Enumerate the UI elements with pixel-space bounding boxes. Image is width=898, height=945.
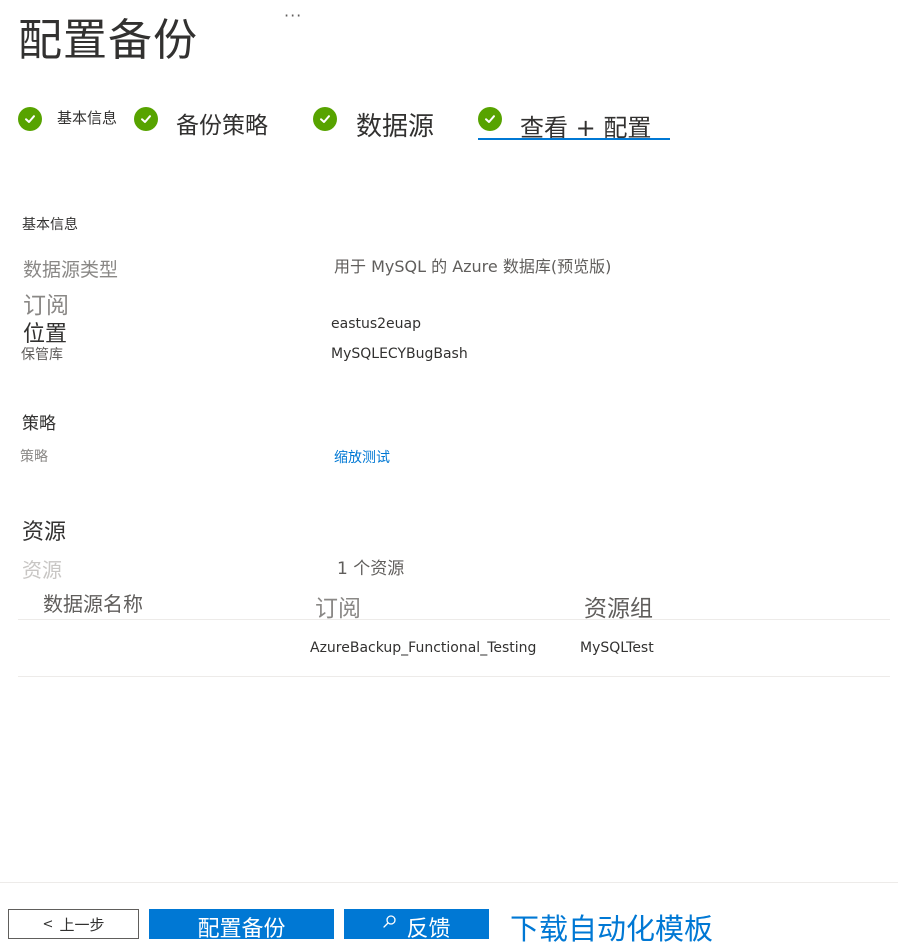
vault-label: 保管库 [21, 347, 63, 363]
policy-link[interactable]: 缩放测试 [334, 447, 390, 467]
step-complete-icon [313, 107, 337, 131]
location-value: eastus2euap [331, 316, 422, 332]
chevron-left-icon: < [42, 916, 54, 932]
table-row-divider [18, 676, 890, 677]
basics-section-title: 基本信息 [22, 217, 78, 233]
feedback-button-label: 反馈 [406, 917, 451, 939]
table-row[interactable]: AzureBackup_Functional_Testing MySQLTest [18, 620, 890, 676]
column-header-datasource-name[interactable]: 数据源名称 [43, 588, 143, 617]
active-tab-indicator [478, 138, 670, 140]
subscription-label: 订阅 [23, 293, 69, 319]
previous-button[interactable]: < 上一步 [8, 909, 139, 939]
resources-count: 1 个资源 [337, 559, 405, 579]
datasource-type-label: 数据源类型 [23, 259, 119, 281]
footer-divider [0, 882, 898, 883]
cell-subscription: AzureBackup_Functional_Testing [310, 640, 537, 656]
download-template-link[interactable]: 下载自动化模板 [510, 906, 713, 945]
feedback-icon [382, 914, 398, 930]
resources-section-title: 资源 [22, 520, 67, 545]
previous-button-label: 上一步 [59, 915, 105, 934]
datasource-type-value: 用于 MySQL 的 Azure 数据库(预览版) [334, 257, 612, 276]
page-title: 配置备份 [18, 15, 198, 66]
resources-label: 资源 [22, 558, 62, 582]
feedback-button[interactable]: 反馈 [344, 909, 489, 939]
tab-datasources[interactable]: 数据源 [356, 106, 434, 143]
cell-resource-group: MySQLTest [580, 640, 654, 656]
step-complete-icon [134, 107, 158, 131]
step-complete-icon [18, 107, 42, 131]
more-options-icon[interactable]: ··· [284, 6, 302, 25]
policy-section-title: 策略 [22, 414, 56, 434]
step-complete-icon [478, 107, 502, 131]
vault-value: MySQLECYBugBash [331, 346, 468, 362]
column-header-resource-group[interactable]: 资源组 [584, 589, 653, 623]
policy-label: 策略 [20, 449, 48, 465]
tab-backup-policy[interactable]: 备份策略 [176, 106, 268, 140]
column-header-subscription[interactable]: 订阅 [315, 589, 361, 623]
configure-backup-button[interactable]: 配置备份 [149, 909, 334, 939]
configure-backup-button-label: 配置备份 [197, 917, 286, 939]
tab-basics[interactable]: 基本信息 [57, 107, 117, 128]
